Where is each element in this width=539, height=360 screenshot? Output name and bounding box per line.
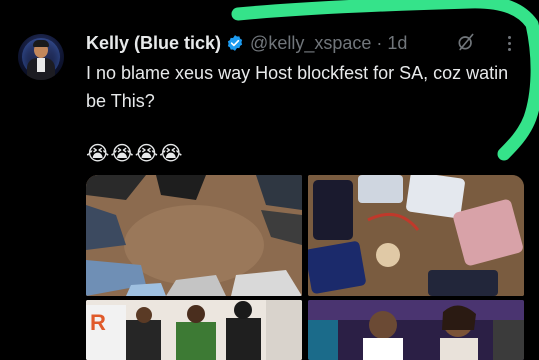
photo-event-people: R xyxy=(86,300,302,360)
media-photo-4[interactable] xyxy=(308,300,524,360)
photo-selfie-people xyxy=(308,300,524,360)
verified-badge-icon xyxy=(227,35,243,51)
media-photo-2[interactable] xyxy=(308,175,524,296)
grok-icon[interactable] xyxy=(456,32,476,52)
crying-emojis: 😭😭😭😭 xyxy=(86,143,184,165)
author-name[interactable]: Kelly (Blue tick) xyxy=(86,33,221,54)
media-photo-1[interactable] xyxy=(86,175,302,296)
photo-shoes-circle xyxy=(86,175,302,296)
more-options-icon[interactable] xyxy=(507,36,513,54)
photo-phones-circle xyxy=(308,175,524,296)
svg-text:R: R xyxy=(90,310,106,335)
tweet-action-bar-previous: ⌒ ⌒ ⌒ ⌒ xyxy=(0,0,539,18)
views-icon[interactable]: ⌒ xyxy=(360,0,380,7)
tweet-header: Kelly (Blue tick) @kelly_xspace · 1d xyxy=(86,31,407,55)
avatar-collar xyxy=(37,58,45,72)
author-handle-and-time[interactable]: @kelly_xspace · 1d xyxy=(250,33,407,54)
repost-icon[interactable]: ⌒ xyxy=(178,0,198,7)
media-photo-3[interactable]: R xyxy=(86,300,302,360)
avatar-hair xyxy=(33,40,49,47)
reply-icon[interactable]: ⌒ xyxy=(90,0,110,7)
tweet-text: I no blame xeus way Host blockfest for S… xyxy=(86,63,509,111)
avatar[interactable] xyxy=(18,34,64,80)
media-grid: R xyxy=(86,175,524,360)
like-icon[interactable]: ⌒ xyxy=(275,0,295,7)
